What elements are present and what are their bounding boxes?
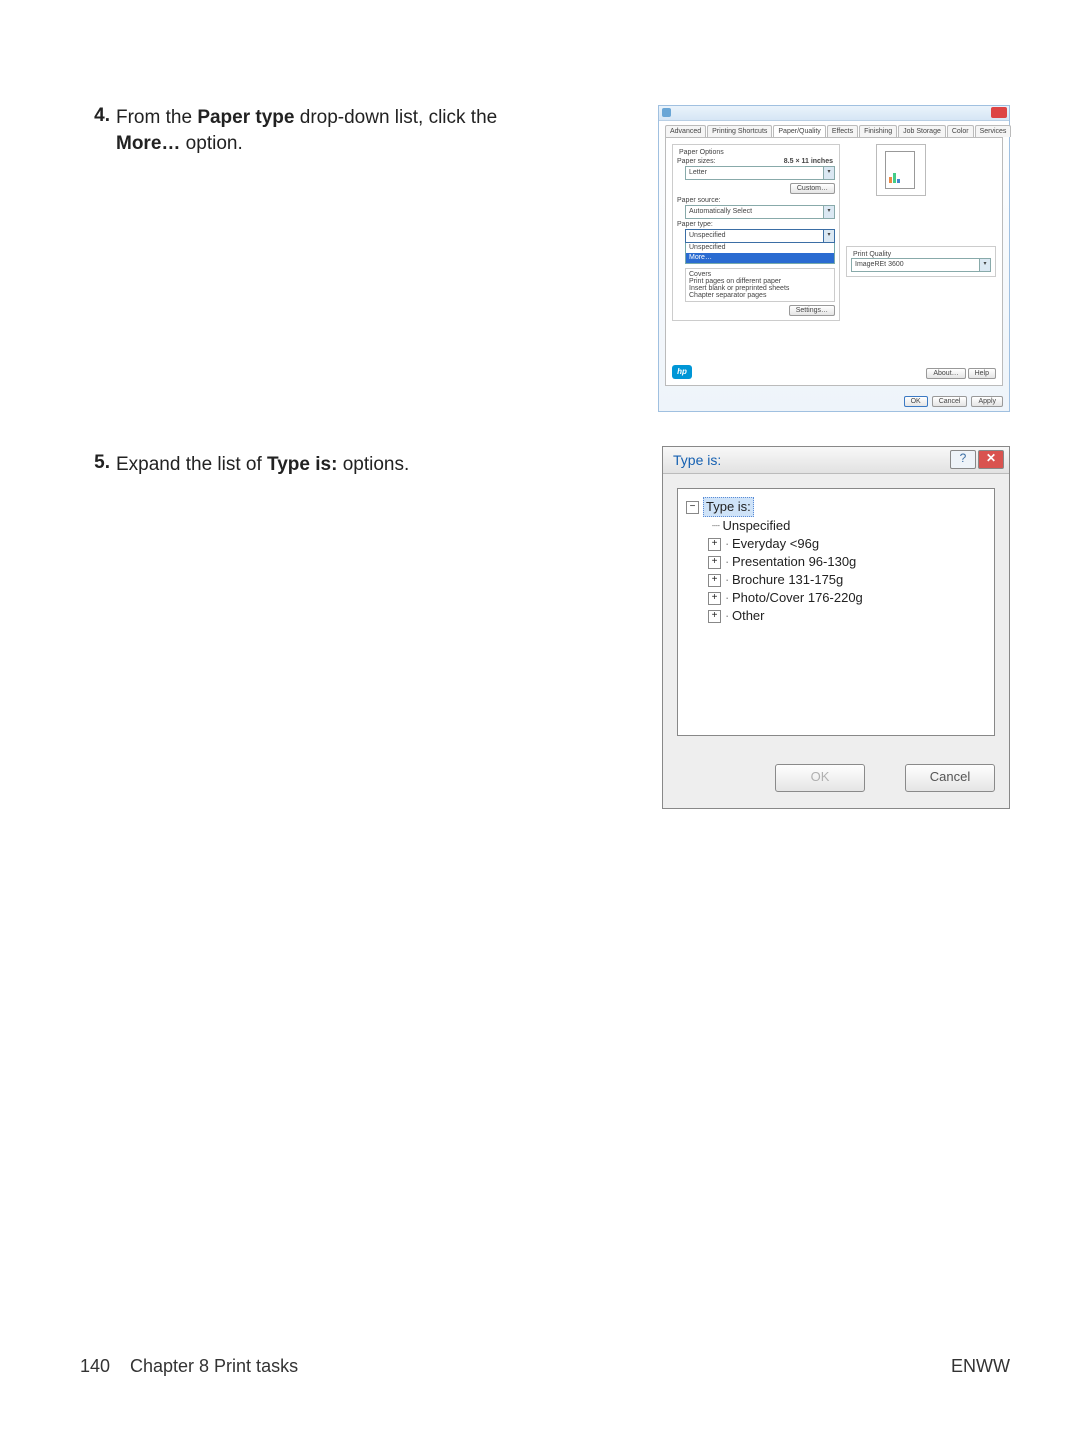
step-4-text: From the Paper type drop-down list, clic… [116, 105, 516, 156]
tree-item-other[interactable]: +· Other [686, 607, 986, 625]
step4-b2: More… [116, 133, 180, 154]
help-icon[interactable]: ? [950, 450, 976, 469]
cancel-button[interactable]: Cancel [932, 396, 968, 407]
dropdown-item-unspecified[interactable]: Unspecified [686, 243, 834, 253]
dialog-titlebar: Type is: ? ✕ [663, 447, 1009, 474]
dialog-titlebar [659, 106, 1009, 121]
print-quality-dropdown[interactable]: ImageREt 3600▾ [851, 258, 991, 272]
settings-button[interactable]: Settings… [789, 305, 835, 316]
chapter-label: Chapter 8 Print tasks [130, 1356, 951, 1377]
type-tree[interactable]: −Type is: ┈ Unspecified +· Everyday <96g… [677, 488, 995, 736]
step5-pre: Expand the list of [116, 454, 267, 475]
hp-logo: hp [672, 365, 692, 379]
list-item[interactable]: Print pages on different paper [689, 278, 831, 285]
step-5-number: 5. [80, 452, 116, 474]
tab-finishing[interactable]: Finishing [859, 125, 897, 137]
expand-icon[interactable]: + [708, 556, 721, 569]
expand-icon[interactable]: + [708, 610, 721, 623]
collapse-icon[interactable]: − [686, 501, 699, 514]
paper-type-label: Paper type: [677, 221, 835, 228]
tree-item-brochure[interactable]: +· Brochure 131-175g [686, 571, 986, 589]
tab-services[interactable]: Services [975, 125, 1012, 137]
chevron-down-icon: ▾ [823, 206, 834, 218]
step4-b1: Paper type [197, 107, 294, 128]
tab-paper-quality[interactable]: Paper/Quality [773, 125, 825, 137]
paper-sizes-label: Paper sizes: 8.5 × 11 inches [677, 158, 835, 165]
chart-icon [889, 173, 909, 185]
print-properties-dialog: Advanced Printing Shortcuts Paper/Qualit… [658, 105, 1010, 412]
paper-size-value: 8.5 × 11 inches [784, 158, 833, 165]
tab-strip: Advanced Printing Shortcuts Paper/Qualit… [659, 121, 1009, 137]
list-item[interactable]: Chapter separator pages [689, 292, 831, 299]
tree-root-label: Type is: [703, 497, 754, 517]
expand-icon[interactable]: + [708, 574, 721, 587]
type-is-dialog: Type is: ? ✕ −Type is: ┈ Unspecified +· … [662, 446, 1010, 809]
special-pages-list: Covers Print pages on different paper In… [685, 268, 835, 302]
tab-effects[interactable]: Effects [827, 125, 858, 137]
tree-item-presentation[interactable]: +· Presentation 96-130g [686, 553, 986, 571]
expand-icon[interactable]: + [708, 538, 721, 551]
step5-post: options. [337, 454, 409, 475]
ok-button[interactable]: OK [775, 764, 865, 792]
paper-type-dropdown-list[interactable]: Unspecified More… [685, 242, 835, 264]
tab-job-storage[interactable]: Job Storage [898, 125, 946, 137]
paper-source-label: Paper source: [677, 197, 835, 204]
paper-type-dropdown[interactable]: Unspecified▾ [685, 229, 835, 243]
dialog-title: Type is: [673, 452, 721, 468]
chevron-down-icon: ▾ [823, 230, 834, 242]
tree-item-everyday[interactable]: +· Everyday <96g [686, 535, 986, 553]
printer-icon [662, 108, 671, 117]
paper-options-group: Paper Options Paper sizes: 8.5 × 11 inch… [672, 144, 840, 321]
paper-size-dropdown[interactable]: Letter▾ [685, 166, 835, 180]
paper-options-title: Paper Options [677, 149, 726, 156]
tree-item-unspecified[interactable]: ┈ Unspecified [686, 517, 986, 535]
dialog-button-row: OK Cancel Apply [659, 392, 1009, 411]
cancel-button[interactable]: Cancel [905, 764, 995, 792]
tree-item-photo-cover[interactable]: +· Photo/Cover 176-220g [686, 589, 986, 607]
close-icon[interactable]: ✕ [978, 450, 1004, 469]
help-button[interactable]: Help [968, 368, 996, 379]
list-item[interactable]: Covers [689, 271, 831, 278]
tree-root[interactable]: −Type is: [686, 497, 986, 517]
page-number: 140 [80, 1356, 130, 1377]
step4-post: option. [180, 133, 242, 154]
tab-printing-shortcuts[interactable]: Printing Shortcuts [707, 125, 772, 137]
print-quality-title: Print Quality [851, 251, 893, 258]
paper-source-dropdown[interactable]: Automatically Select▾ [685, 205, 835, 219]
dropdown-item-more[interactable]: More… [686, 253, 834, 263]
step4-mid: drop-down list, click the [294, 107, 497, 128]
tab-advanced[interactable]: Advanced [665, 125, 706, 137]
footer-right: ENWW [951, 1356, 1010, 1377]
chevron-down-icon: ▾ [979, 259, 990, 271]
ok-button[interactable]: OK [904, 396, 928, 407]
apply-button[interactable]: Apply [971, 396, 1003, 407]
tab-color[interactable]: Color [947, 125, 974, 137]
print-quality-group: Print Quality ImageREt 3600▾ [846, 246, 996, 277]
step5-b1: Type is: [267, 454, 337, 475]
step4-pre: From the [116, 107, 197, 128]
step-5-text: Expand the list of Type is: options. [116, 452, 516, 478]
close-icon[interactable] [991, 107, 1007, 118]
dialog-button-row: OK Cancel [663, 750, 1009, 808]
chevron-down-icon: ▾ [823, 167, 834, 179]
custom-button[interactable]: Custom… [790, 183, 835, 194]
list-item[interactable]: Insert blank or preprinted sheets [689, 285, 831, 292]
page-footer: 140 Chapter 8 Print tasks ENWW [80, 1356, 1010, 1377]
step-4-number: 4. [80, 105, 116, 127]
page-preview [876, 144, 926, 196]
about-button[interactable]: About… [926, 368, 965, 379]
expand-icon[interactable]: + [708, 592, 721, 605]
